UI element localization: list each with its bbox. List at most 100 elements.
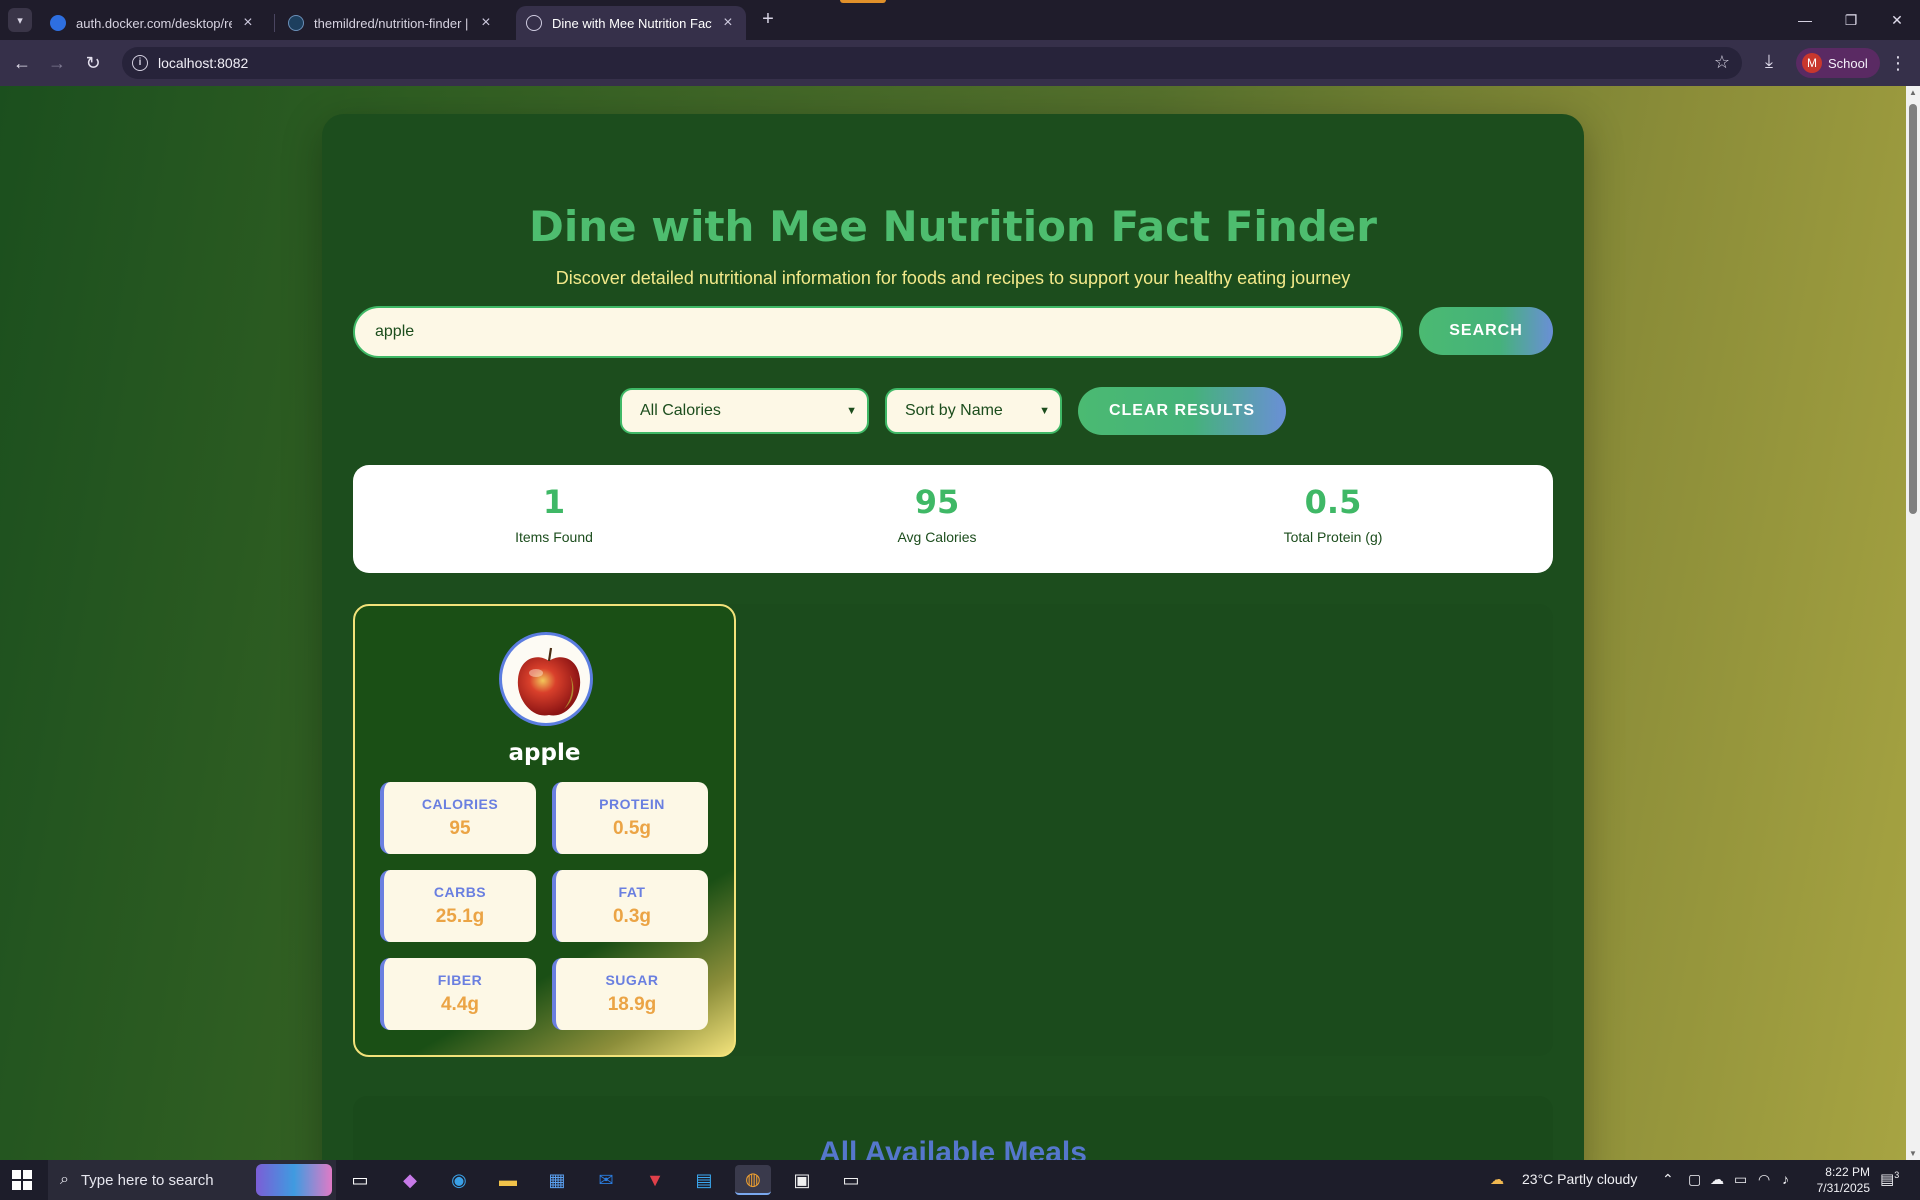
apple-image	[499, 632, 593, 726]
chevron-down-icon: ▼	[1039, 405, 1050, 417]
food-card[interactable]: apple CALORIES 95 PROTEIN 0.5g CARBS 25.…	[353, 604, 736, 1057]
new-tab-button[interactable]: +	[756, 8, 780, 32]
task-view-icon[interactable]: ▭	[342, 1165, 378, 1195]
taskbar-clock[interactable]: 8:22 PM 7/31/2025	[1782, 1164, 1870, 1196]
back-icon[interactable]: ←	[10, 51, 34, 75]
profile-label: School	[1828, 55, 1868, 71]
search-highlight-icon	[256, 1164, 332, 1196]
page-subtitle: Discover detailed nutritional informatio…	[555, 268, 1351, 288]
profile-button[interactable]: M School	[1796, 48, 1880, 78]
nutrient-calories: CALORIES 95	[380, 782, 536, 854]
clock-date: 7/31/2025	[1816, 1181, 1870, 1195]
nutrient-label: PROTEIN	[599, 796, 665, 812]
nutrient-label: SUGAR	[605, 972, 659, 988]
taskbar-search-placeholder: Type here to search	[80, 1171, 214, 1189]
stats-panel: 1 Items Found 95 Avg Calories 0.5 Total …	[353, 465, 1553, 573]
command-prompt-icon[interactable]: ▭	[833, 1165, 869, 1195]
bookmark-star-icon[interactable]: ☆	[1714, 52, 1730, 73]
search-button[interactable]: SEARCH	[1419, 307, 1553, 355]
restore-icon[interactable]: ❐	[1836, 8, 1866, 32]
download-icon[interactable]: ⤓	[1758, 51, 1780, 75]
chrome-icon[interactable]: ◍	[735, 1165, 771, 1195]
stat-value: 1	[542, 483, 566, 521]
tab-indicator	[840, 0, 886, 3]
browser-tab-nutrition[interactable]: Dine with Mee Nutrition Fact Fi ×	[516, 6, 746, 40]
stat-label: Total Protein (g)	[1283, 529, 1383, 545]
search-icon: ⌕	[60, 1171, 69, 1188]
clear-results-button[interactable]: CLEAR RESULTS	[1078, 387, 1286, 435]
onedrive-icon[interactable]: ☁	[1710, 1171, 1724, 1188]
close-window-icon[interactable]: ✕	[1882, 8, 1912, 32]
browser-tab-github[interactable]: themildred/nutrition-finder | Do ×	[278, 6, 504, 40]
sort-select[interactable]: Sort by Name ▼	[885, 388, 1062, 434]
page-title: Dine with Mee Nutrition Fact Finder	[529, 202, 1377, 251]
nutrient-fiber: FIBER 4.4g	[380, 958, 536, 1030]
edge-icon[interactable]: ◉	[441, 1165, 477, 1195]
clock-time: 8:22 PM	[1825, 1165, 1870, 1179]
nutrient-carbs: CARBS 25.1g	[380, 870, 536, 942]
stat-value: 0.5	[1304, 483, 1362, 521]
scroll-up-icon[interactable]: ▲	[1909, 88, 1917, 97]
all-meals-section: All Available Meals	[353, 1096, 1553, 1160]
windows-start-icon[interactable]	[12, 1170, 32, 1190]
minimize-icon[interactable]: —	[1790, 8, 1820, 32]
nutrient-value: 95	[449, 818, 471, 839]
forward-icon[interactable]: →	[45, 51, 69, 75]
wifi-icon[interactable]: ◠	[1758, 1171, 1770, 1188]
nutrient-value: 0.3g	[612, 906, 652, 927]
taskbar-search[interactable]: ⌕ Type here to search	[48, 1160, 336, 1200]
nutrient-label: FAT	[618, 884, 646, 900]
search-input[interactable]: apple	[353, 306, 1403, 358]
store-icon[interactable]: ▦	[539, 1165, 575, 1195]
meet-icon[interactable]: ▢	[1688, 1171, 1701, 1188]
close-tab-icon[interactable]: ×	[240, 14, 256, 32]
calorie-filter-select[interactable]: All Calories ▼	[620, 388, 869, 434]
nutrient-label: FIBER	[437, 972, 483, 988]
page-viewport: Dine with Mee Nutrition Fact Finder Disc…	[0, 86, 1906, 1160]
nutrient-sugar: SUGAR 18.9g	[552, 958, 708, 1030]
page-scrollbar[interactable]: ▲ ▼	[1906, 86, 1920, 1160]
site-info-icon[interactable]: i	[132, 55, 148, 71]
copilot-icon[interactable]: ◆	[392, 1165, 428, 1195]
close-tab-icon[interactable]: ×	[478, 14, 494, 32]
section-heading: All Available Meals	[819, 1136, 1087, 1160]
tab-title: Dine with Mee Nutrition Fact Fi	[552, 15, 712, 31]
reload-icon[interactable]: ↻	[81, 51, 105, 75]
close-tab-icon[interactable]: ×	[720, 14, 736, 32]
battery-icon[interactable]: ▭	[1734, 1171, 1747, 1188]
docker-favicon-icon	[50, 15, 66, 31]
scroll-down-icon[interactable]: ▼	[1909, 1149, 1917, 1158]
notification-count: 3	[1894, 1170, 1900, 1180]
nutrient-label: CALORIES	[421, 796, 499, 812]
terminal-app-icon[interactable]: ▣	[784, 1165, 820, 1195]
browser-tabstrip: ▾ auth.docker.com/desktop/redir × themil…	[0, 0, 1920, 40]
sort-value: Sort by Name	[905, 402, 1003, 419]
nutrient-label: CARBS	[433, 884, 487, 900]
file-explorer-icon[interactable]: ▬	[490, 1165, 526, 1195]
nutrient-value: 0.5g	[612, 818, 652, 839]
notification-icon[interactable]: ▤3	[1880, 1170, 1904, 1190]
outlook-icon[interactable]: ✉	[588, 1165, 624, 1195]
weather-icon: ☁	[1490, 1171, 1504, 1187]
tab-search-button[interactable]: ▾	[8, 8, 32, 32]
tray-chevron-icon[interactable]: ⌃	[1662, 1171, 1674, 1188]
tab-title: auth.docker.com/desktop/redir	[76, 15, 232, 31]
browser-menu-icon[interactable]: ⋮	[1888, 51, 1908, 75]
chevron-down-icon: ▼	[846, 405, 857, 417]
app-container: Dine with Mee Nutrition Fact Finder Disc…	[322, 114, 1584, 1160]
nutrient-value: 25.1g	[435, 906, 485, 927]
scrollbar-thumb[interactable]	[1909, 104, 1917, 514]
nutrient-value: 4.4g	[440, 994, 480, 1015]
docker-icon[interactable]: ▤	[686, 1165, 722, 1195]
vivaldi-icon[interactable]: ▼	[637, 1165, 673, 1195]
weather-text[interactable]: 23°C Partly cloudy	[1522, 1171, 1637, 1187]
stat-items-found: 1 Items Found	[404, 483, 704, 545]
stat-label: Avg Calories	[897, 529, 977, 545]
nutrient-protein: PROTEIN 0.5g	[552, 782, 708, 854]
nutrient-fat: FAT 0.3g	[552, 870, 708, 942]
url-text: localhost:8082	[158, 55, 249, 71]
results-grid: apple CALORIES 95 PROTEIN 0.5g CARBS 25.…	[353, 604, 1553, 1057]
browser-tab-docker[interactable]: auth.docker.com/desktop/redir ×	[40, 6, 266, 40]
globe-favicon-icon	[526, 15, 542, 31]
address-bar[interactable]: i localhost:8082 ☆	[122, 47, 1742, 79]
